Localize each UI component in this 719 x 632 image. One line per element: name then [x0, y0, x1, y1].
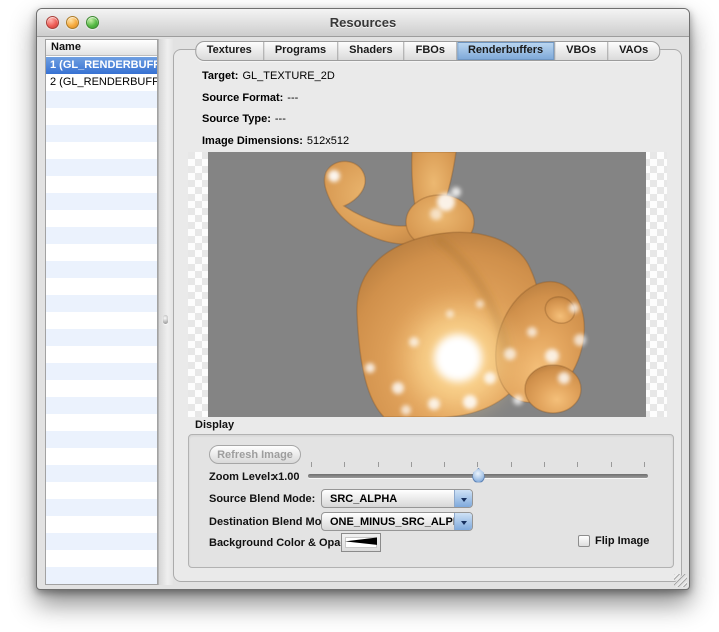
zoom-level-value: x1.00 [272, 471, 300, 483]
target-value: GL_TEXTURE_2D [242, 70, 334, 82]
window-title: Resources [37, 15, 689, 30]
source-blend-mode-label: Source Blend Mode: [209, 493, 315, 505]
dest-blend-mode-label: Destination Blend Mode: [209, 516, 338, 528]
splitter-handle-icon[interactable] [163, 315, 168, 324]
dest-blend-mode-popup[interactable]: ONE_MINUS_SRC_ALPHA [321, 512, 473, 531]
zoom-slider[interactable] [308, 462, 648, 484]
flip-image-label: Flip Image [595, 535, 649, 547]
tab-shaders[interactable]: Shaders [338, 42, 404, 60]
source-blend-mode-popup[interactable]: SRC_ALPHA [321, 489, 473, 508]
image-dimensions-row: Image Dimensions: 512x512 [202, 135, 349, 148]
source-format-label: Source Format: [202, 92, 283, 104]
name-column-header[interactable]: Name [46, 40, 157, 56]
opacity-wedge-icon [345, 537, 377, 548]
list-item-renderbuffer-2[interactable]: 2 (GL_RENDERBUFFE... [46, 74, 157, 91]
buffer-info: Target: GL_TEXTURE_2D Source Format: --- S… [202, 70, 349, 156]
image-dimensions-label: Image Dimensions: [202, 135, 303, 147]
source-type-value: --- [275, 113, 286, 125]
color-swatch [345, 537, 377, 548]
resource-type-tabs: Textures Programs Shaders FBOs Renderbuf… [195, 41, 660, 61]
tab-textures[interactable]: Textures [196, 42, 264, 60]
flip-image-checkbox[interactable] [578, 535, 590, 547]
display-group-label: Display [195, 419, 234, 431]
resources-window: Resources Name 1 (GL_RENDERBUFFE... 2 (G… [36, 8, 690, 590]
zoom-level-label: Zoom Level: [209, 471, 274, 483]
background-color-well[interactable] [341, 533, 381, 552]
tab-programs[interactable]: Programs [264, 42, 338, 60]
resource-list-body[interactable]: 1 (GL_RENDERBUFFE... 2 (GL_RENDERBUFFE..… [46, 57, 157, 584]
zoom-slider-ticks [311, 462, 645, 467]
dest-blend-mode-value: ONE_MINUS_SRC_ALPHA [322, 516, 454, 528]
renderbuffer-preview-image [208, 152, 646, 417]
list-item-renderbuffer-1[interactable]: 1 (GL_RENDERBUFFE... [46, 57, 157, 74]
image-dimensions-value: 512x512 [307, 135, 349, 147]
screenshot-canvas: Resources Name 1 (GL_RENDERBUFFE... 2 (G… [0, 0, 719, 632]
source-format-value: --- [287, 92, 298, 104]
refresh-image-button[interactable]: Refresh Image [209, 445, 301, 464]
source-type-label: Source Type: [202, 113, 271, 125]
source-blend-mode-value: SRC_ALPHA [322, 493, 454, 505]
renderbuffer-preview [188, 152, 667, 417]
popup-arrows-icon [454, 513, 472, 530]
tab-fbos[interactable]: FBOs [405, 42, 457, 60]
background-color-label: Background Color & Opacity: [209, 537, 363, 549]
tab-vbos[interactable]: VBOs [555, 42, 608, 60]
target-label: Target: [202, 70, 238, 82]
title-bar[interactable]: Resources [37, 9, 689, 37]
source-type-row: Source Type: --- [202, 113, 349, 126]
popup-arrows-icon [454, 490, 472, 507]
flip-image-control: Flip Image [578, 535, 649, 547]
display-group: Refresh Image Zoom Level: x1.00 Source B… [188, 434, 674, 568]
source-format-row: Source Format: --- [202, 92, 349, 105]
sidebar-splitter[interactable] [158, 39, 173, 585]
tab-content-panel: Textures Programs Shaders FBOs Renderbuf… [173, 49, 682, 582]
zoom-slider-thumb[interactable] [472, 468, 485, 483]
tab-renderbuffers[interactable]: Renderbuffers [457, 42, 555, 60]
resize-grip-icon[interactable] [674, 574, 687, 587]
resource-list: Name 1 (GL_RENDERBUFFE... 2 (GL_RENDERBU… [45, 39, 158, 585]
target-row: Target: GL_TEXTURE_2D [202, 70, 349, 83]
tab-vaos[interactable]: VAOs [608, 42, 659, 60]
